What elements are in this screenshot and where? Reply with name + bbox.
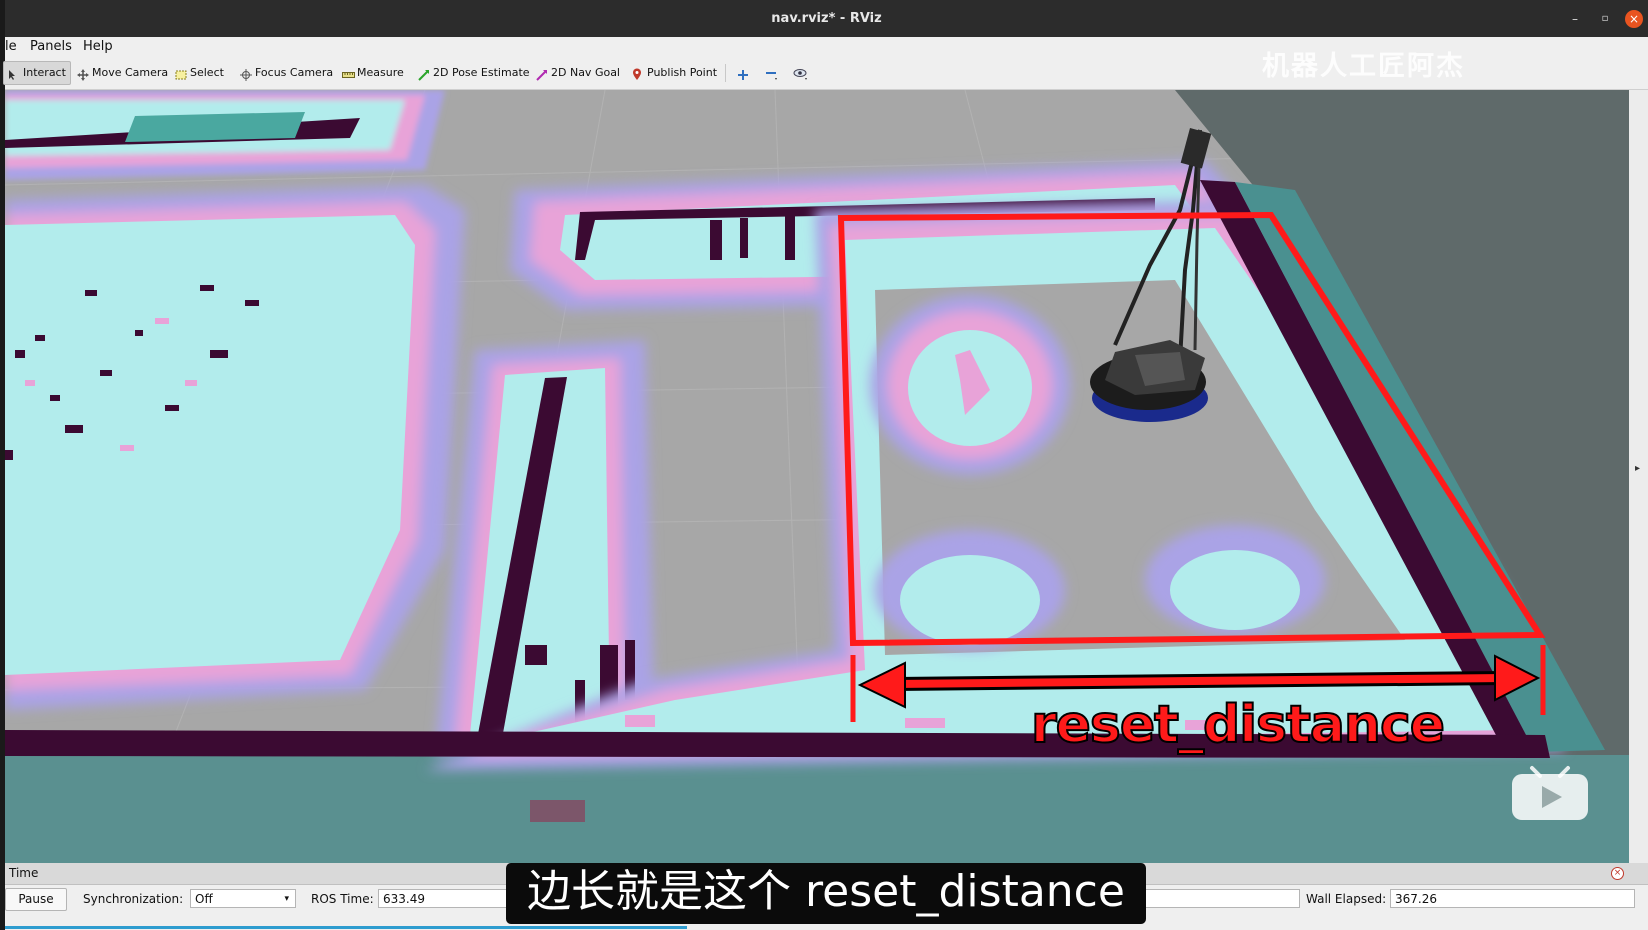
ros-time-field[interactable]: 633.49 [378, 889, 518, 908]
video-progress-bar [5, 926, 687, 929]
sync-select[interactable]: Off ▾ [190, 889, 296, 908]
reset-distance-label: reset_distance [1030, 694, 1446, 756]
minimize-button[interactable]: – [1565, 9, 1585, 29]
ruler-icon [342, 67, 355, 79]
window-title: nav.rviz* - RViz [771, 11, 882, 26]
minus-icon [765, 67, 777, 80]
chevron-down-icon: ▾ [284, 894, 289, 904]
purple-arrow-icon [536, 67, 548, 81]
title-bar: nav.rviz* - RViz – ▫ × [5, 0, 1648, 37]
video-logo [1510, 760, 1590, 822]
channel-watermark: 机器人工匠阿杰 [1262, 51, 1465, 82]
select-box-icon [175, 67, 187, 80]
green-arrow-icon [418, 67, 430, 81]
wall-elapsed-label: Wall Elapsed: [1306, 892, 1387, 906]
tool-2d-pose-estimate[interactable]: 2D Pose Estimate [414, 62, 534, 84]
view-tools-button[interactable] [789, 62, 809, 84]
toolbar-separator [725, 64, 726, 82]
map-pin-icon [632, 67, 644, 80]
render-viewport[interactable]: reset_distance [5, 90, 1629, 863]
ros-time-label: ROS Time: [311, 892, 374, 906]
sync-select-value: Off [195, 892, 213, 906]
tool-select[interactable]: Select [171, 62, 228, 84]
tool-select-label: Select [190, 66, 224, 79]
plus-icon [737, 67, 749, 80]
menu-file[interactable]: le [5, 39, 17, 54]
tool-measure[interactable]: Measure [338, 62, 408, 84]
tool-publish-point-label: Publish Point [647, 66, 718, 79]
sync-label: Synchronization: [83, 892, 184, 906]
close-panel-icon[interactable]: × [1611, 867, 1624, 880]
close-button[interactable]: × [1625, 10, 1643, 28]
tool-move-camera-label: Move Camera [92, 66, 169, 79]
eye-icon [793, 67, 807, 80]
remove-tool-button[interactable] [761, 62, 781, 84]
tool-interact-label: Interact [23, 66, 66, 79]
tool-publish-point[interactable]: Publish Point [628, 62, 721, 84]
wall-elapsed-field[interactable]: 367.26 [1390, 889, 1635, 908]
tool-2d-nav-goal[interactable]: 2D Nav Goal [532, 62, 624, 84]
menu-help[interactable]: Help [83, 39, 113, 54]
cursor-icon [8, 67, 20, 80]
tool-interact[interactable]: Interact [3, 61, 71, 85]
tool-move-camera[interactable]: Move Camera [73, 62, 172, 84]
video-subtitle: 边长就是这个 reset_distance [506, 863, 1146, 924]
pause-button[interactable]: Pause [5, 888, 67, 911]
time-panel-title: Time [9, 866, 39, 880]
tool-2d-nav-goal-label: 2D Nav Goal [551, 66, 620, 79]
tool-2d-pose-estimate-label: 2D Pose Estimate [433, 66, 530, 79]
tool-measure-label: Measure [357, 66, 404, 79]
expand-arrow-icon[interactable]: ▸ [1635, 463, 1640, 474]
add-tool-button[interactable] [733, 62, 753, 84]
move-camera-icon [77, 67, 89, 81]
unknown-teal-band [5, 755, 1629, 863]
focus-crosshair-icon [240, 67, 252, 81]
maximize-button[interactable]: ▫ [1595, 9, 1615, 29]
menu-panels[interactable]: Panels [30, 39, 72, 54]
tool-focus-camera-label: Focus Camera [255, 66, 334, 79]
right-dock-strip[interactable]: ▸ [1629, 90, 1648, 863]
tool-focus-camera[interactable]: Focus Camera [236, 62, 337, 84]
